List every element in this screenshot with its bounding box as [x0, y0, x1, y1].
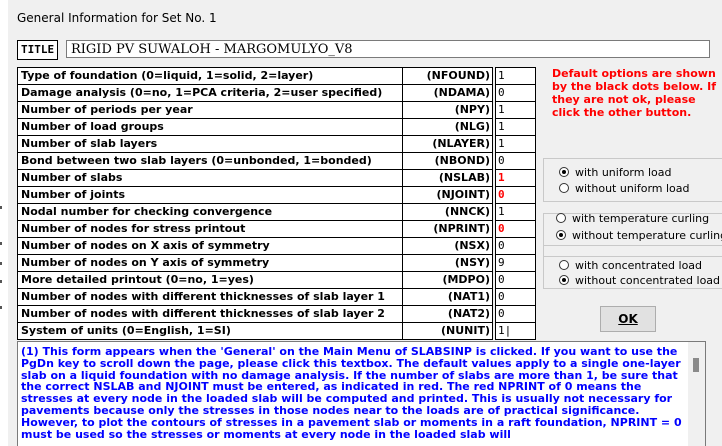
help-scrollbar[interactable] [688, 342, 705, 446]
param-value-input[interactable]: 0 [495, 237, 536, 255]
param-label: Number of nodes with different thickness… [17, 305, 403, 323]
param-row: Type of foundation (0=liquid, 1=solid, 2… [17, 67, 536, 85]
param-label: Type of foundation (0=liquid, 1=solid, 2… [17, 67, 403, 85]
param-label: Number of slabs [17, 169, 403, 187]
param-code: (NBOND) [402, 152, 493, 170]
param-code: (NAT1) [402, 288, 493, 306]
param-label: More detailed printout (0=no, 1=yes) [17, 271, 403, 289]
param-code: (NPY) [402, 101, 493, 119]
param-value-input[interactable]: 0 [495, 271, 536, 289]
param-value-input[interactable]: 1 [495, 67, 536, 85]
radio-dot-icon [559, 183, 569, 193]
param-label: Number of load groups [17, 118, 403, 136]
default-options-note: Default options are shown by the black d… [552, 67, 717, 119]
param-label: Bond between two slab layers (0=unbonded… [17, 152, 403, 170]
param-label: Nodal number for checking convergence [17, 203, 403, 221]
param-code: (NNCK) [402, 203, 493, 221]
param-row: Number of nodes on X axis of symmetry (NS… [17, 237, 536, 255]
param-label: Number of nodes on Y axis of symmetry [17, 254, 403, 272]
radio-without-uniform-load[interactable]: without uniform load [559, 182, 690, 196]
param-code: (NJOINT) [402, 186, 493, 204]
scroll-thumb[interactable] [693, 358, 699, 372]
param-label: Number of slab layers [17, 135, 403, 153]
help-textbox[interactable]: (1) This form appears when the 'General'… [17, 341, 706, 446]
param-code: (NUNIT) [402, 322, 493, 340]
param-row: More detailed printout (0=no, 1=yes) (MDP… [17, 271, 536, 289]
param-row: Number of slabs (NSLAB) 1 [17, 169, 536, 187]
help-text: (1) This form appears when the 'General'… [21, 345, 682, 441]
radio-with-temperature-curling[interactable]: with temperature curling [556, 212, 709, 226]
param-label: System of units (0=English, 1=SI) [17, 322, 403, 340]
radio-dot-icon [556, 213, 566, 223]
param-row: Bond between two slab layers (0=unbonded… [17, 152, 536, 170]
ok-button[interactable]: OK [600, 306, 656, 332]
param-value-input[interactable]: 1 [495, 118, 536, 136]
param-value-input[interactable]: 0 [495, 152, 536, 170]
param-label: Number of joints [17, 186, 403, 204]
param-value-input[interactable]: 0 [495, 305, 536, 323]
param-code: (NPRINT) [402, 220, 493, 238]
param-row: Number of nodes with different thickness… [17, 305, 536, 323]
param-label: Number of nodes with different thickness… [17, 288, 403, 306]
param-value-input[interactable]: 1| [495, 322, 536, 340]
radio-dot-icon [556, 230, 566, 240]
param-value-input[interactable]: 0 [495, 220, 536, 238]
param-code: (NSX) [402, 237, 493, 255]
param-code: (NLG) [402, 118, 493, 136]
uniform-load-group: with uniform load without uniform load [543, 158, 722, 202]
param-row: Number of load groups (NLG) 1 [17, 118, 536, 136]
background-window-edge [0, 0, 8, 446]
param-code: (MDPO) [402, 271, 493, 289]
radio-with-uniform-load[interactable]: with uniform load [559, 166, 672, 180]
radio-with-concentrated-load[interactable]: with concentrated load [559, 259, 702, 273]
param-label: Damage analysis (0=no, 1=PCA criteria, 2… [17, 84, 403, 102]
param-row: Number of nodes with different thickness… [17, 288, 536, 306]
param-label: Number of nodes for stress printout [17, 220, 403, 238]
radio-dot-icon [559, 167, 569, 177]
param-value-input[interactable]: 1 [495, 203, 536, 221]
param-code: (NDAMA) [402, 84, 493, 102]
radio-without-temperature-curling[interactable]: without temperature curling [556, 229, 722, 243]
param-value-input[interactable]: 1 [495, 169, 536, 187]
param-row: Damage analysis (0=no, 1=PCA criteria, 2… [17, 84, 536, 102]
param-row: Number of nodes on Y axis of symmetry (NS… [17, 254, 536, 272]
param-value-input[interactable]: 0 [495, 84, 536, 102]
param-code: (NSY) [402, 254, 493, 272]
param-code: (NSLAB) [402, 169, 493, 187]
param-row: Number of joints (NJOINT) 0 [17, 186, 536, 204]
param-code: (NAT2) [402, 305, 493, 323]
title-label: TITLE [17, 40, 59, 60]
parameter-table: Type of foundation (0=liquid, 1=solid, 2… [17, 67, 536, 340]
title-input[interactable]: RIGID PV SUWALOH - MARGOMULYO_V8 [66, 40, 710, 58]
param-row: System of units (0=English, 1=SI) (NUNIT)… [17, 322, 536, 340]
param-value-input[interactable]: 0 [495, 186, 536, 204]
param-value-input[interactable]: 1 [495, 101, 536, 119]
concentrated-load-group: with concentrated load without concentra… [543, 245, 722, 289]
param-label: Number of nodes on X axis of symmetry [17, 237, 403, 255]
dialog-caption: General Information for Set No. 1 [17, 11, 217, 25]
param-label: Number of periods per year [17, 101, 403, 119]
param-code: (NLAYER) [402, 135, 493, 153]
param-row: Nodal number for checking convergence (NN… [17, 203, 536, 221]
param-code: (NFOUND) [402, 67, 493, 85]
param-value-input[interactable]: 0 [495, 288, 536, 306]
param-value-input[interactable]: 9 [495, 254, 536, 272]
param-row: Number of slab layers (NLAYER) 1 [17, 135, 536, 153]
radio-without-concentrated-load[interactable]: without concentrated load [559, 274, 720, 288]
radio-dot-icon [559, 260, 569, 270]
param-value-input[interactable]: 1 [495, 135, 536, 153]
param-row: Number of periods per year (NPY) 1 [17, 101, 536, 119]
param-row: Number of nodes for stress printout (NPRI… [17, 220, 536, 238]
radio-dot-icon [559, 275, 569, 285]
